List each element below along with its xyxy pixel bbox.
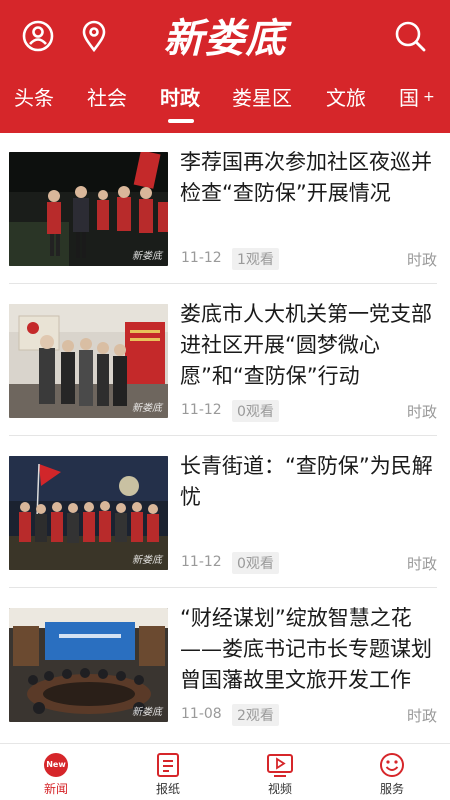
category-tabs: 头条 社会 时政 娄星区 文旅 国 <box>0 82 450 122</box>
tab-more-plus[interactable]: + <box>423 89 435 105</box>
watermark-icon: 新娄底 <box>132 403 162 414</box>
article-title[interactable]: 娄底市人大机关第一党支部进社区开展“圆梦微心愿”和“查防保”行动 <box>180 299 442 392</box>
article-thumbnail: 新娄底 <box>9 152 168 266</box>
article-date: 11-12 <box>181 402 222 418</box>
watermark-icon: 新娄底 <box>132 251 162 262</box>
divider <box>9 283 437 284</box>
tab-headlines[interactable]: 头条 <box>14 82 54 111</box>
article-date: 11-12 <box>181 250 222 266</box>
article-title[interactable]: 长青街道：“查防保”为民解忧 <box>180 451 442 513</box>
article-item[interactable]: 新娄底 娄底市人大机关第一党支部进社区开展“圆梦微心愿”和“查防保”行动 11-… <box>0 285 450 437</box>
watermark-icon: 新娄底 <box>132 555 162 566</box>
nav-newspaper-label: 报纸 <box>155 782 180 796</box>
bottom-navigation: New 新闻 报纸 视频 服务 <box>0 743 450 800</box>
article-views: 1观看 <box>232 248 279 270</box>
nav-service[interactable]: 服务 <box>336 744 448 800</box>
article-item[interactable]: 新娄底 李荐国再次参加社区夜巡并检查“查防保”开展情况 11-12 1观看 时政 <box>0 133 450 285</box>
article-views: 0观看 <box>232 400 279 422</box>
active-tab-indicator <box>168 119 194 123</box>
article-title[interactable]: “财经谋划”绽放智慧之花——娄底书记市长专题谋划曾国藩故里文旅开发工作 <box>180 603 442 696</box>
article-title[interactable]: 李荐国再次参加社区夜巡并检查“查防保”开展情况 <box>180 147 442 209</box>
newspaper-icon <box>157 753 179 777</box>
news-icon: New <box>44 753 68 777</box>
watermark-icon: 新娄底 <box>132 707 162 718</box>
article-views: 0观看 <box>232 552 279 574</box>
nav-newspaper[interactable]: 报纸 <box>112 744 224 800</box>
tab-culture-tourism[interactable]: 文旅 <box>326 82 366 111</box>
nav-service-label: 服务 <box>379 782 404 796</box>
service-icon <box>380 753 404 777</box>
video-icon <box>267 754 293 777</box>
article-category: 时政 <box>406 403 437 421</box>
article-date: 11-12 <box>181 554 222 570</box>
nav-news-label: 新闻 <box>43 782 68 796</box>
tab-louxing-district[interactable]: 娄星区 <box>232 82 292 111</box>
article-thumbnail: 新娄底 <box>9 608 168 722</box>
nav-video[interactable]: 视频 <box>224 744 336 800</box>
article-category: 时政 <box>406 251 437 269</box>
article-views: 2观看 <box>232 704 279 726</box>
divider <box>9 587 437 588</box>
article-date: 11-08 <box>181 706 222 722</box>
article-category: 时政 <box>406 555 437 573</box>
search-icon[interactable] <box>393 19 427 53</box>
tab-politics[interactable]: 时政 <box>160 82 200 111</box>
divider <box>9 435 437 436</box>
article-category: 时政 <box>406 707 437 725</box>
app-header: 新娄底 头条 社会 时政 娄星区 文旅 国 + <box>0 0 450 133</box>
app-logo: 新娄底 <box>163 15 287 62</box>
nav-video-label: 视频 <box>267 782 292 796</box>
article-item[interactable]: 新娄底 长青街道：“查防保”为民解忧 11-12 0观看 时政 <box>0 437 450 589</box>
article-item[interactable]: 新娄底 “财经谋划”绽放智慧之花——娄底书记市长专题谋划曾国藩故里文旅开发工作 … <box>0 589 450 741</box>
article-thumbnail: 新娄底 <box>9 456 168 570</box>
article-thumbnail: 新娄底 <box>9 304 168 418</box>
tab-national[interactable]: 国 <box>399 82 419 111</box>
nav-news[interactable]: New 新闻 <box>0 744 112 800</box>
tab-society[interactable]: 社会 <box>87 82 127 111</box>
